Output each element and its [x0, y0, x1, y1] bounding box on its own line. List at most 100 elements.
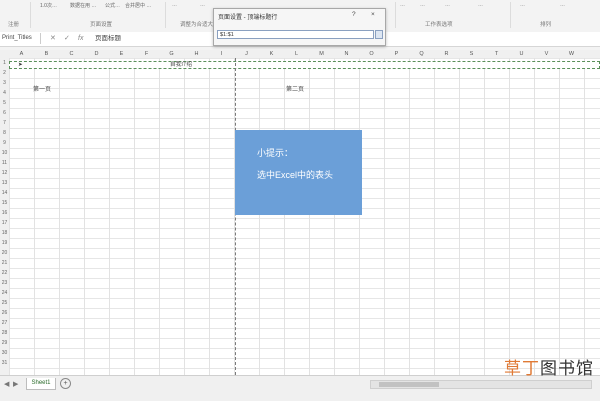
row-header[interactable]: 12 — [0, 168, 9, 178]
cancel-icon[interactable]: ✕ — [50, 33, 56, 44]
column-header[interactable]: Q — [409, 50, 434, 58]
ribbon-command[interactable]: 公式… — [105, 2, 120, 9]
ribbon-command[interactable]: 合并居中 … — [125, 2, 151, 9]
row-header[interactable]: 18 — [0, 228, 9, 238]
column-header[interactable]: K — [259, 50, 284, 58]
sheet-tab[interactable]: Sheet1 — [26, 378, 56, 390]
horizontal-scrollbar[interactable] — [370, 380, 592, 389]
column-header[interactable]: V — [534, 50, 559, 58]
row-header[interactable]: 24 — [0, 288, 9, 298]
watermark-part-1: 草丁 — [504, 359, 540, 378]
row-header[interactable]: 5 — [0, 98, 9, 108]
ribbon-command[interactable]: … — [445, 2, 450, 8]
row-header[interactable]: 14 — [0, 188, 9, 198]
ribbon-command[interactable]: … — [560, 2, 565, 8]
row-header[interactable]: 17 — [0, 218, 9, 228]
column-header[interactable]: L — [284, 50, 309, 58]
row-header[interactable]: 29 — [0, 338, 9, 348]
row-header[interactable]: 10 — [0, 148, 9, 158]
row-header[interactable]: 15 — [0, 198, 9, 208]
row-header[interactable]: 20 — [0, 248, 9, 258]
row-header[interactable]: 27 — [0, 318, 9, 328]
row-header[interactable]: 7 — [0, 118, 9, 128]
enter-icon[interactable]: ✓ — [64, 33, 70, 44]
column-header[interactable]: A — [9, 50, 34, 58]
row-header[interactable]: 6 — [0, 108, 9, 118]
column-header[interactable]: H — [184, 50, 209, 58]
row-header[interactable]: 26 — [0, 308, 9, 318]
next-sheet-icon[interactable]: ▶ — [13, 380, 18, 388]
merged-header-cell[interactable]: ➤ 自我介绍 — [9, 61, 600, 69]
column-header[interactable]: F — [134, 50, 159, 58]
column-header[interactable]: G — [159, 50, 184, 58]
merged-header-text: 自我介绍 — [170, 62, 193, 68]
column-header[interactable]: C — [59, 50, 84, 58]
row-header[interactable]: 8 — [0, 128, 9, 138]
row-header[interactable]: 3 — [0, 78, 9, 88]
column-header[interactable]: I — [209, 50, 234, 58]
watermark-part-2: 图书馆 — [540, 359, 594, 378]
column-header[interactable]: S — [459, 50, 484, 58]
column-header[interactable]: E — [109, 50, 134, 58]
add-sheet-icon[interactable]: + — [60, 378, 71, 389]
column-header[interactable]: N — [334, 50, 359, 58]
page-setup-dialog: 页面设置 - 顶端标题行 ? × $1:$1 — [213, 8, 386, 46]
row-header[interactable]: 4 — [0, 88, 9, 98]
scrollbar-thumb[interactable] — [379, 382, 439, 387]
ribbon-command[interactable]: … — [400, 2, 405, 8]
row-header[interactable]: 25 — [0, 298, 9, 308]
column-header[interactable]: M — [309, 50, 334, 58]
ribbon-command[interactable]: … — [172, 2, 177, 8]
ribbon-separator — [30, 2, 31, 28]
prev-sheet-icon[interactable]: ◀ — [4, 380, 9, 388]
ribbon-group-label: 页面设置 — [90, 22, 113, 28]
column-header[interactable]: T — [484, 50, 509, 58]
column-header[interactable]: O — [359, 50, 384, 58]
column-header[interactable]: B — [34, 50, 59, 58]
worksheet-grid[interactable]: ➤ 自我介绍 第一页 第二页 — [9, 58, 600, 375]
name-box[interactable]: Print_Titles — [0, 33, 41, 44]
ribbon-command[interactable]: … — [520, 2, 525, 8]
row-header[interactable]: 22 — [0, 268, 9, 278]
row-header[interactable]: 9 — [0, 138, 9, 148]
page-label-2: 第二页 — [286, 87, 305, 93]
title-rows-input[interactable]: $1:$1 — [217, 30, 374, 39]
row-header[interactable]: 28 — [0, 328, 9, 338]
column-header[interactable]: J — [234, 50, 259, 58]
formula-input[interactable]: 页面标题 — [95, 33, 121, 44]
ribbon-separator — [510, 2, 511, 28]
column-header[interactable]: W — [559, 50, 584, 58]
page-label-1: 第一页 — [33, 87, 52, 93]
dialog-title: 页面设置 - 顶端标题行 — [218, 15, 278, 21]
row-header[interactable]: 30 — [0, 348, 9, 358]
tip-text: 选中Excel中的表头 — [257, 170, 334, 180]
row-header[interactable]: 11 — [0, 158, 9, 168]
column-header[interactable]: R — [434, 50, 459, 58]
row-header[interactable]: 2 — [0, 68, 9, 78]
watermark: 草丁图书馆 — [504, 354, 594, 379]
row-header[interactable]: 1 — [0, 58, 9, 68]
column-header[interactable]: D — [84, 50, 109, 58]
ribbon-command[interactable]: 1.0次… — [40, 2, 57, 9]
ribbon-command[interactable]: 数据在用 … — [70, 2, 96, 9]
cursor-arrow-icon: ➤ — [18, 62, 23, 68]
column-header[interactable]: U — [509, 50, 534, 58]
ribbon-group-label: 工作表选项 — [425, 22, 453, 28]
help-button[interactable]: ? — [352, 11, 356, 18]
close-button[interactable]: × — [371, 11, 375, 18]
row-header[interactable]: 23 — [0, 278, 9, 288]
function-icon[interactable]: fx — [78, 33, 83, 44]
row-header[interactable]: 31 — [0, 358, 9, 368]
tip-title: 小提示： — [257, 148, 294, 158]
collapse-dialog-icon[interactable] — [375, 30, 383, 39]
row-header[interactable]: 19 — [0, 238, 9, 248]
row-header[interactable]: 21 — [0, 258, 9, 268]
ribbon-command[interactable]: … — [200, 2, 205, 8]
row-header[interactable]: 16 — [0, 208, 9, 218]
ribbon-group-label: 排列 — [540, 22, 552, 28]
ribbon-command[interactable]: … — [478, 2, 483, 8]
row-header[interactable]: 13 — [0, 178, 9, 188]
tip-box: 小提示： 选中Excel中的表头 — [235, 130, 362, 215]
column-header[interactable]: P — [384, 50, 409, 58]
ribbon-command[interactable]: … — [420, 2, 425, 8]
